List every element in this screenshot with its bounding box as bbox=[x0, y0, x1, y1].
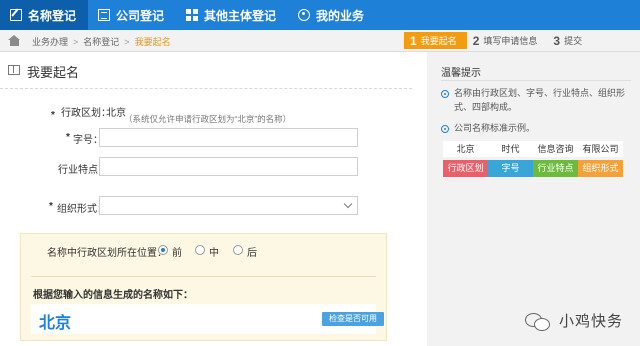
position-question: 名称中行政区划所在位置： bbox=[47, 248, 167, 259]
result-strip: 北京 检查是否可用 bbox=[31, 304, 384, 334]
region-value: 北京 bbox=[106, 108, 126, 119]
nav-item-company-registration[interactable]: 公司登记 bbox=[88, 0, 176, 30]
sample-label-zihao: 字号 bbox=[488, 160, 533, 177]
edit-icon bbox=[10, 9, 22, 21]
nav-item-label: 名称登记 bbox=[28, 8, 77, 23]
nav-item-label: 我的业务 bbox=[316, 8, 365, 23]
tip-example: 公司名称标准示例。 bbox=[454, 123, 536, 133]
info-icon bbox=[441, 125, 449, 133]
required-mark: * bbox=[51, 110, 55, 121]
chevron-down-icon bbox=[343, 199, 353, 209]
watermark-text: 小鸡快务 bbox=[559, 313, 624, 330]
step-3: 3 提交 bbox=[547, 32, 592, 49]
generated-name: 北京 bbox=[39, 315, 72, 332]
tips-title: 温馨提示 bbox=[441, 68, 481, 79]
radio-back-label: 后 bbox=[247, 248, 257, 259]
org-form-select[interactable] bbox=[99, 196, 358, 215]
industry-input[interactable] bbox=[99, 157, 358, 176]
building-icon bbox=[98, 9, 111, 21]
step-number: 2 bbox=[472, 33, 480, 48]
title-divider bbox=[0, 88, 412, 89]
zihao-input[interactable] bbox=[99, 128, 358, 147]
info-icon bbox=[441, 90, 449, 98]
radio-back[interactable] bbox=[233, 245, 243, 255]
required-mark: * bbox=[66, 132, 70, 143]
watermark: 小鸡快务 bbox=[525, 310, 623, 331]
nav-item-label: 其他主体登记 bbox=[204, 8, 277, 23]
step-label: 我要起名 bbox=[420, 36, 457, 46]
result-title: 根据您输入的信息生成的名称如下： bbox=[33, 290, 193, 301]
nav-item-label: 公司登记 bbox=[116, 8, 165, 23]
sample-label-region: 行政区划 bbox=[443, 160, 488, 177]
step-2: 2 填写申请信息 bbox=[467, 32, 548, 49]
document-icon bbox=[8, 65, 20, 75]
breadcrumb: 业务办理 > 名称登记 > 我要起名 bbox=[32, 35, 171, 48]
step-number: 1 bbox=[410, 33, 417, 48]
nav-item-my-business[interactable]: 我的业务 bbox=[288, 0, 376, 30]
tips-sidebar: 温馨提示 名称由行政区划、字号、行业特点、组织形式、四部构成。 公司名称标准示例… bbox=[427, 52, 640, 346]
breadcrumb-separator: > bbox=[124, 37, 130, 47]
breadcrumb-item-name-registration[interactable]: 名称登记 bbox=[83, 37, 119, 47]
sample-label-row: 行政区划 字号 行业特点 组织形式 bbox=[443, 160, 623, 177]
home-icon[interactable] bbox=[8, 35, 21, 46]
sample-region: 北京 bbox=[443, 141, 488, 157]
breadcrumb-item-current: 我要起名 bbox=[134, 37, 171, 47]
sample-label-org-form: 组织形式 bbox=[578, 160, 623, 177]
sample-industry: 信息咨询 bbox=[533, 141, 578, 157]
step-indicator: 1 我要起名 2 填写申请信息 3 提交 bbox=[404, 32, 592, 49]
region-label: 行政区划： bbox=[61, 108, 111, 119]
region-note: （系统仅允许申请行政区划为“北京”的名称） bbox=[124, 114, 292, 124]
required-mark: * bbox=[49, 201, 53, 212]
step-label: 提交 bbox=[564, 36, 583, 46]
sample-label-industry: 行业特点 bbox=[533, 160, 578, 177]
wechat-icon bbox=[525, 311, 551, 331]
check-availability-button[interactable]: 检查是否可用 bbox=[322, 312, 384, 326]
tips-divider bbox=[441, 80, 631, 81]
page-title: 我要起名 bbox=[27, 65, 80, 80]
sample-zihao: 时代 bbox=[488, 141, 533, 157]
position-divider bbox=[31, 276, 376, 277]
radio-front[interactable] bbox=[158, 245, 168, 255]
radio-middle[interactable] bbox=[195, 245, 205, 255]
step-label: 填写申请信息 bbox=[483, 36, 538, 46]
name-position-panel: 名称中行政区划所在位置： 前 中 后 根据您输入的信息生成的名称如下： 北京 检… bbox=[20, 233, 387, 341]
radio-middle-label: 中 bbox=[209, 248, 219, 259]
sample-org-form: 有限公司 bbox=[578, 141, 623, 157]
nav-item-name-registration[interactable]: 名称登记 bbox=[0, 0, 89, 30]
step-number: 3 bbox=[553, 33, 561, 48]
grid-icon bbox=[186, 9, 199, 21]
user-icon bbox=[298, 9, 311, 21]
tip-structure: 名称由行政区划、字号、行业特点、组织形式、四部构成。 bbox=[454, 88, 626, 112]
top-nav: 名称登记 公司登记 其他主体登记 我的业务 bbox=[0, 0, 640, 30]
nav-item-other-registration[interactable]: 其他主体登记 bbox=[176, 0, 288, 30]
page-title-row: 我要起名 bbox=[0, 62, 412, 82]
sample-name-row: 北京 时代 信息咨询 有限公司 bbox=[443, 141, 623, 157]
breadcrumb-item-business[interactable]: 业务办理 bbox=[32, 37, 68, 47]
step-1: 1 我要起名 bbox=[404, 32, 467, 49]
radio-front-label: 前 bbox=[172, 248, 182, 259]
breadcrumb-separator: > bbox=[73, 37, 79, 47]
